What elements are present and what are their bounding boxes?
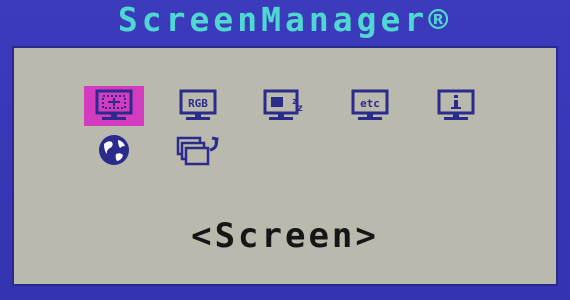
screen-icon bbox=[95, 89, 133, 120]
svg-text:etc: etc bbox=[360, 97, 380, 110]
menu-item-color[interactable]: RGB bbox=[168, 86, 228, 126]
osd-title: ScreenManager® bbox=[117, 0, 453, 39]
globe-icon bbox=[99, 135, 129, 165]
osd-window: ScreenManager® RGB z z etc <Screen> bbox=[0, 0, 570, 300]
menu-item-powersave[interactable]: z z bbox=[256, 86, 316, 126]
menu-item-others[interactable]: etc bbox=[340, 86, 400, 126]
menu-item-reset[interactable] bbox=[168, 130, 228, 170]
svg-text:RGB: RGB bbox=[188, 97, 208, 110]
rgb-monitor-icon: RGB bbox=[179, 89, 217, 120]
info-monitor-icon bbox=[437, 89, 475, 120]
sleep-monitor-icon: z z bbox=[263, 89, 303, 120]
menu-panel: RGB z z etc <Screen> bbox=[12, 46, 558, 286]
menu-item-screen[interactable] bbox=[84, 86, 144, 126]
selected-menu-label: <Screen> bbox=[191, 216, 379, 256]
menu-item-language[interactable] bbox=[84, 130, 144, 170]
etc-monitor-icon: etc bbox=[351, 89, 389, 120]
menu-item-information[interactable] bbox=[426, 86, 486, 126]
svg-text:z: z bbox=[297, 103, 303, 114]
reset-windows-icon bbox=[176, 136, 219, 166]
